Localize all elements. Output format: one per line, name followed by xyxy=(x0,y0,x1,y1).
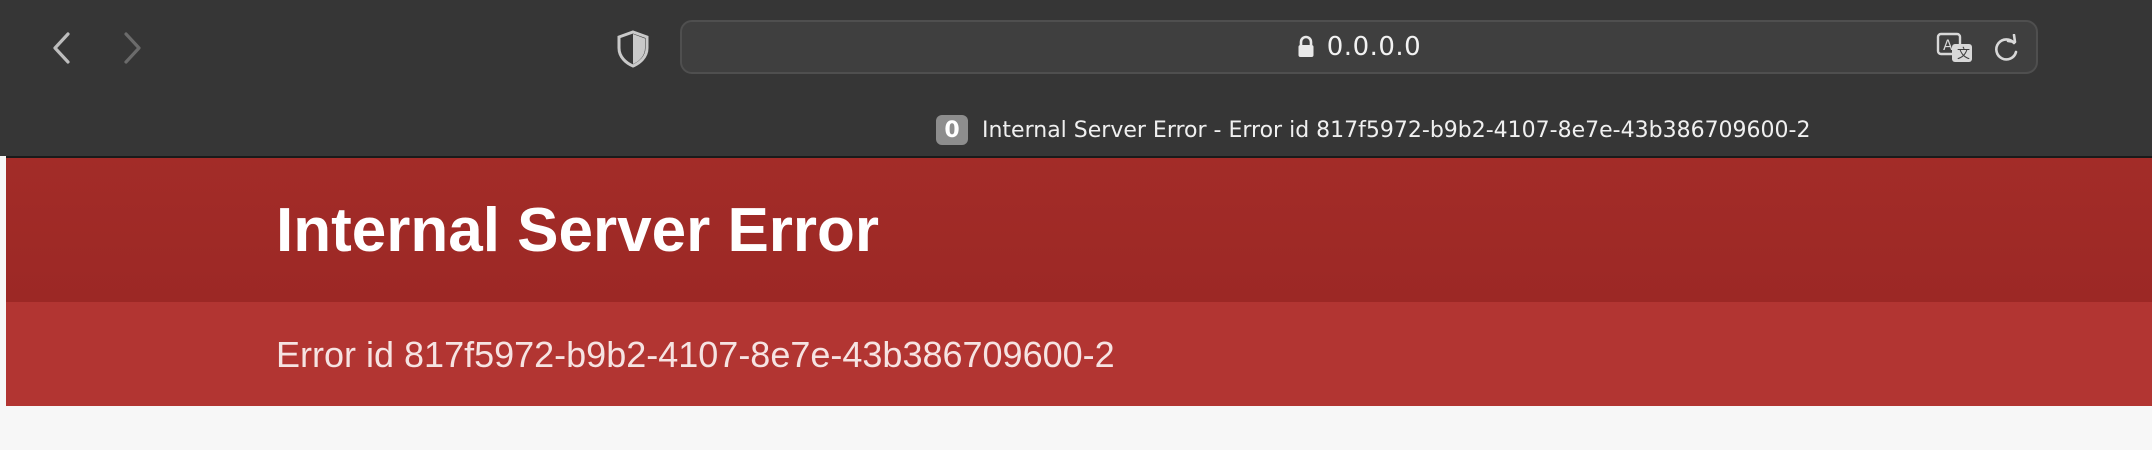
translate-button[interactable]: A 文 xyxy=(1936,32,1976,64)
translate-icon: A 文 xyxy=(1936,32,1972,62)
tab-title: Internal Server Error - Error id 817f597… xyxy=(982,117,1811,143)
reload-icon xyxy=(1995,33,2018,61)
privacy-report-button[interactable] xyxy=(616,30,650,68)
forward-button[interactable] xyxy=(112,26,152,70)
chevron-left-icon xyxy=(53,32,70,64)
page-title: Internal Server Error xyxy=(276,196,880,265)
tab-active[interactable]: 0 Internal Server Error - Error id 817f5… xyxy=(936,112,1810,148)
back-button[interactable] xyxy=(42,26,82,70)
reload-button[interactable] xyxy=(1992,33,2020,64)
shield-icon xyxy=(617,30,649,68)
address-bar[interactable]: 0.0.0.0 A 文 xyxy=(680,20,2038,74)
browser-toolbar: 0.0.0.0 A 文 0 Internal Server Error - Er… xyxy=(0,0,2152,156)
page-content: Internal Server Error Error id 817f5972-… xyxy=(6,156,2152,450)
svg-text:文: 文 xyxy=(1957,47,1970,62)
error-id-text: Error id 817f5972-b9b2-4107-8e7e-43b3867… xyxy=(276,334,1115,375)
svg-text:A: A xyxy=(1943,38,1953,54)
url-text: 0.0.0.0 xyxy=(1326,32,1422,62)
error-header: Internal Server Error xyxy=(6,158,2152,302)
tab-favicon-badge: 0 xyxy=(936,115,968,145)
lock-icon xyxy=(1298,35,1314,57)
error-subheader: Error id 817f5972-b9b2-4107-8e7e-43b3867… xyxy=(6,302,2152,406)
chevron-right-icon xyxy=(124,32,141,64)
